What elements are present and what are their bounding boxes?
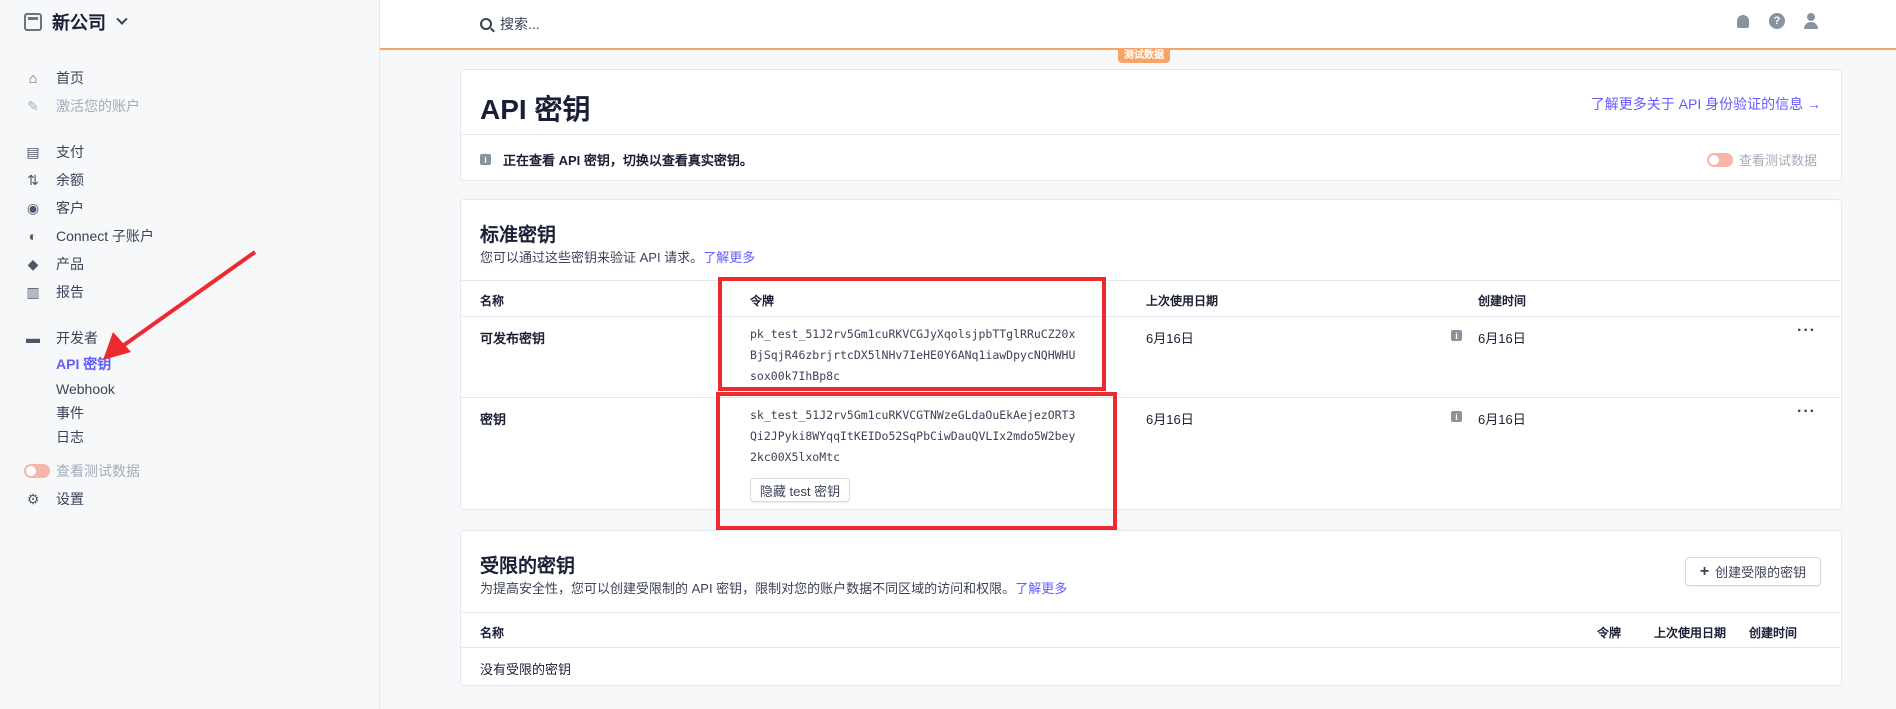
- section-description: 您可以通过这些密钥来验证 API 请求。: [480, 250, 704, 265]
- auth-docs-link[interactable]: 了解更多关于 API 身份验证的信息 →: [1591, 94, 1821, 114]
- edit-icon: ✎: [27, 97, 39, 114]
- sidebar-item-label: 报告: [56, 284, 84, 300]
- account-switcher[interactable]: 新公司: [24, 10, 128, 34]
- page-title: API 密钥: [480, 94, 591, 125]
- column-header-created: 创建时间: [1749, 626, 1798, 640]
- user-icon: [1803, 13, 1819, 29]
- home-icon: ⌂: [28, 70, 38, 86]
- sidebar-item-home[interactable]: ⌂ 首页: [24, 67, 84, 89]
- last-used-date: 6月16日: [1146, 412, 1194, 427]
- sidebar-item-connect[interactable]: ◐ Connect 子账户: [24, 225, 154, 247]
- created-date: 6月16日: [1478, 331, 1526, 346]
- bell-icon: [1737, 14, 1749, 28]
- test-data-badge: 测试数据: [1118, 49, 1170, 63]
- sidebar: 新公司 ⌂ 首页 ✎ 激活您的账户 ▤ 支付 ⇅ 余额 ◉ 客户 ◐ Conne…: [0, 0, 380, 709]
- company-name: 新公司: [52, 13, 106, 33]
- api-keys-header-card: API 密钥 了解更多关于 API 身份验证的信息 → i 正在查看 API 密…: [460, 69, 1842, 181]
- balance-icon: ⇅: [27, 171, 39, 188]
- standard-keys-card: 标准密钥 您可以通过这些密钥来验证 API 请求。了解更多 名称 令牌 上次使用…: [460, 199, 1842, 510]
- section-title: 受限的密钥: [480, 556, 576, 577]
- product-icon: ◆: [27, 255, 39, 272]
- info-icon: i: [480, 154, 491, 165]
- sidebar-item-label: 余额: [56, 172, 84, 188]
- column-header-name: 名称: [480, 294, 505, 308]
- plus-icon: +: [1699, 562, 1710, 580]
- sidebar-item-label: 激活您的账户: [56, 98, 140, 114]
- sidebar-test-data-toggle[interactable]: 查看测试数据: [24, 460, 140, 482]
- empty-state-text: 没有受限的密钥: [480, 662, 572, 677]
- connect-icon: ◐: [28, 228, 38, 244]
- sidebar-item-label: 产品: [56, 256, 84, 272]
- customer-icon: ◉: [26, 199, 40, 216]
- column-header-token: 令牌: [1597, 626, 1622, 640]
- sidebar-item-label: 首页: [56, 70, 84, 86]
- view-test-data-toggle[interactable]: 查看测试数据: [1706, 150, 1817, 169]
- sidebar-item-activate[interactable]: ✎ 激活您的账户: [24, 95, 140, 117]
- sidebar-item-label: 设置: [56, 491, 84, 507]
- sidebar-item-payments[interactable]: ▤ 支付: [24, 141, 84, 163]
- sidebar-item-customers[interactable]: ◉ 客户: [24, 197, 84, 219]
- sidebar-item-reports[interactable]: ▥ 报告: [24, 281, 84, 303]
- annotation-arrow: [103, 250, 257, 360]
- profile-button[interactable]: [1802, 12, 1820, 30]
- sidebar-item-balance[interactable]: ⇅ 余额: [24, 169, 84, 191]
- search-input[interactable]: 搜索...: [480, 12, 540, 36]
- more-actions-button[interactable]: ···: [1797, 322, 1816, 340]
- key-name: 可发布密钥: [480, 331, 546, 346]
- search-placeholder: 搜索...: [500, 16, 540, 32]
- highlight-box-secret: [716, 392, 1117, 530]
- sidebar-item-label: 查看测试数据: [56, 463, 140, 479]
- store-icon: [24, 13, 42, 31]
- more-actions-button[interactable]: ···: [1797, 403, 1816, 421]
- help-icon: ?: [1769, 13, 1785, 29]
- sidebar-item-label: 开发者: [56, 330, 98, 346]
- column-header-name: 名称: [480, 626, 505, 640]
- chevron-down-icon: [116, 13, 128, 25]
- report-icon: ▥: [26, 283, 40, 300]
- sidebar-sub-logs[interactable]: 日志: [56, 427, 84, 447]
- gear-icon: ⚙: [26, 490, 40, 507]
- terminal-icon: ▬: [26, 330, 40, 346]
- test-data-toggle-switch[interactable]: [24, 464, 50, 478]
- column-header-last-used: 上次使用日期: [1146, 294, 1219, 308]
- sidebar-sub-webhook[interactable]: Webhook: [56, 379, 115, 399]
- search-icon: [480, 18, 492, 30]
- sidebar-item-label: 客户: [56, 200, 84, 216]
- section-description: 为提高安全性，您可以创建受限制的 API 密钥，限制对您的账户数据不同区域的访问…: [480, 581, 1016, 596]
- key-name: 密钥: [480, 412, 507, 427]
- create-restricted-key-button[interactable]: + 创建受限的密钥: [1685, 557, 1821, 586]
- sidebar-item-products[interactable]: ◆ 产品: [24, 253, 84, 275]
- button-label: 创建受限的密钥: [1715, 565, 1807, 580]
- topbar: 搜索... ?: [380, 0, 1896, 50]
- sidebar-item-label: 支付: [56, 144, 84, 160]
- last-used-date: 6月16日: [1146, 331, 1194, 346]
- test-mode-notice: 正在查看 API 密钥，切换以查看真实密钥。: [503, 153, 753, 168]
- sidebar-item-settings[interactable]: ⚙ 设置: [24, 488, 84, 510]
- info-icon[interactable]: i: [1451, 411, 1462, 422]
- created-date: 6月16日: [1478, 412, 1526, 427]
- learn-more-link[interactable]: 了解更多: [703, 250, 755, 265]
- help-button[interactable]: ?: [1768, 12, 1786, 30]
- sidebar-sub-events[interactable]: 事件: [56, 403, 84, 423]
- notification-button[interactable]: [1734, 12, 1752, 30]
- column-header-last-used: 上次使用日期: [1654, 626, 1727, 640]
- info-icon[interactable]: i: [1451, 330, 1462, 341]
- learn-more-link[interactable]: 了解更多: [1015, 581, 1067, 596]
- column-header-created: 创建时间: [1478, 294, 1527, 308]
- toggle-label: 查看测试数据: [1738, 153, 1817, 168]
- restricted-keys-card: 受限的密钥 为提高安全性，您可以创建受限制的 API 密钥，限制对您的账户数据不…: [460, 530, 1842, 686]
- payments-icon: ▤: [26, 143, 40, 160]
- highlight-box-publishable: [718, 277, 1106, 391]
- test-data-toggle-switch[interactable]: [1706, 152, 1733, 167]
- sidebar-item-label: Connect 子账户: [56, 228, 155, 244]
- section-title: 标准密钥: [480, 225, 557, 246]
- sidebar-item-developers[interactable]: ▬ 开发者: [24, 327, 98, 349]
